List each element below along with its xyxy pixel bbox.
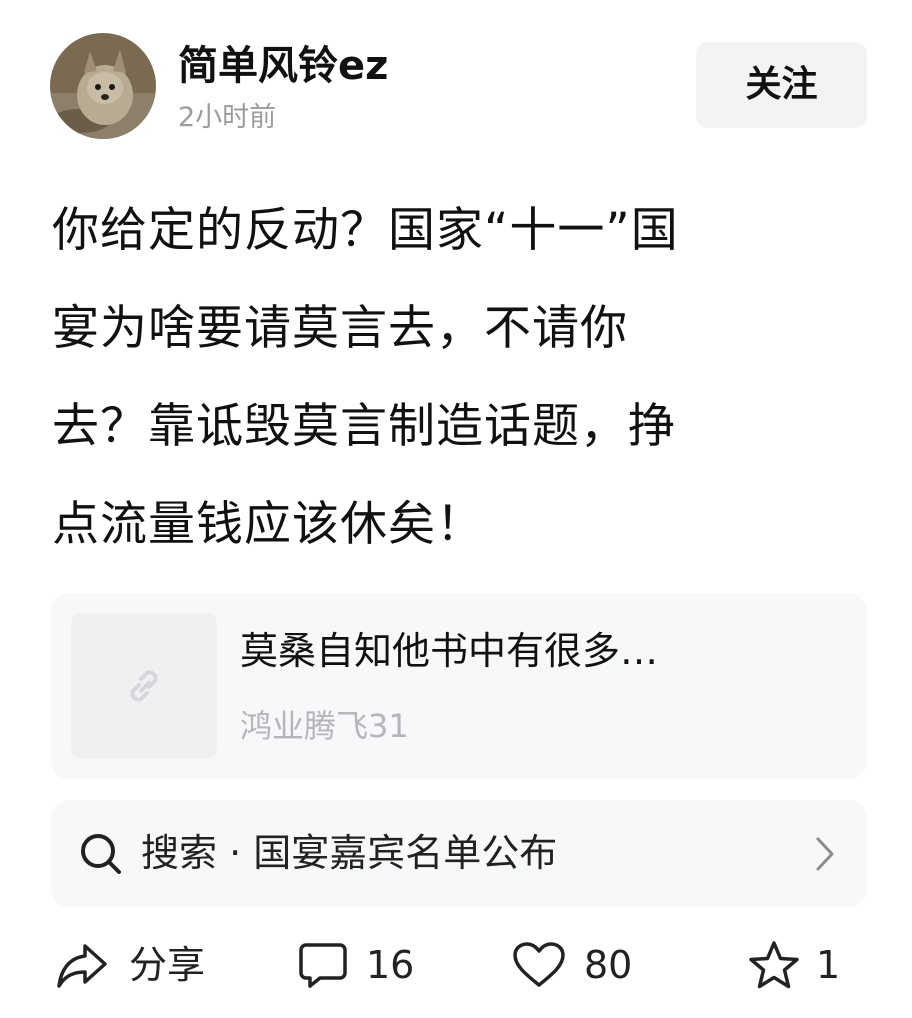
avatar[interactable] xyxy=(50,33,156,139)
action-bar: 分享 16 80 1 xyxy=(0,930,912,1000)
heart-icon xyxy=(513,942,565,987)
comment-icon xyxy=(299,943,347,988)
post-content-line: 去？靠诋毁莫言制造话题，挣 xyxy=(52,399,676,454)
search-suggestion-text: 搜索 · 国宴嘉宾名单公布 xyxy=(141,831,558,875)
link-title: 莫桑自知他书中有很多… xyxy=(240,629,659,673)
link-icon xyxy=(130,670,158,702)
post-content-line: 点流量钱应该休矣！ xyxy=(52,497,484,552)
like-button[interactable]: 80 xyxy=(512,930,632,1000)
favorite-button[interactable]: 1 xyxy=(748,930,840,1000)
share-button[interactable]: 分享 xyxy=(55,930,205,1000)
search-icon xyxy=(79,832,123,876)
chevron-right-icon xyxy=(815,836,835,872)
share-label: 分享 xyxy=(129,943,206,987)
favorite-count: 1 xyxy=(816,943,841,987)
link-author: 鸿业腾飞31 xyxy=(240,707,409,745)
post-content-line: 宴为啥要请莫言去，不请你 xyxy=(52,301,628,356)
star-icon xyxy=(749,941,799,989)
comment-count: 16 xyxy=(366,943,415,987)
quoted-link-card[interactable]: 莫桑自知他书中有很多… 鸿业腾飞31 xyxy=(51,593,867,779)
related-search-bar[interactable]: 搜索 · 国宴嘉宾名单公布 xyxy=(51,800,867,907)
follow-button[interactable]: 关注 xyxy=(696,42,867,128)
post-content: 你给定的反动？国家“十一”国 宴为啥要请莫言去，不请你 去？靠诋毁莫言制造话题，… xyxy=(52,182,852,574)
post-header: 简单风铃ez 2小时前 关注 xyxy=(50,33,867,141)
comment-button[interactable]: 16 xyxy=(298,930,414,1000)
like-count: 80 xyxy=(584,943,633,987)
share-icon xyxy=(57,944,107,988)
link-thumbnail xyxy=(71,613,217,759)
post-time: 2小时前 xyxy=(178,102,277,133)
avatar-image xyxy=(50,33,156,139)
post-content-line: 你给定的反动？国家“十一”国 xyxy=(52,203,679,258)
author-name[interactable]: 简单风铃ez xyxy=(178,41,388,91)
